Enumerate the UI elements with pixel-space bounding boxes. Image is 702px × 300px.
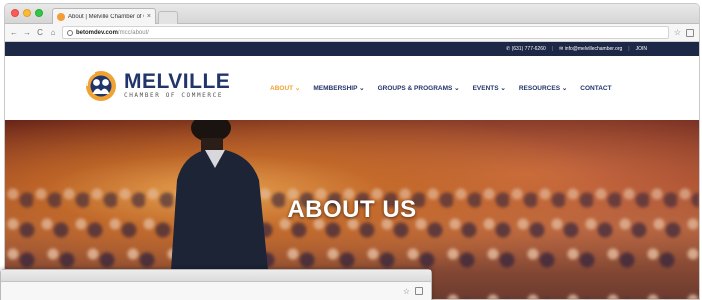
new-tab-button[interactable] <box>158 11 178 24</box>
main-navigation: ABOUT ⌄ MEMBERSHIP ⌄ GROUPS & PROGRAMS ⌄… <box>270 84 612 93</box>
second-window-title-bar <box>1 270 431 282</box>
bookmark-star-icon[interactable]: ☆ <box>403 287 410 296</box>
brand-name: MELVILLE <box>124 70 231 93</box>
hero-title: ABOUT US <box>287 196 417 223</box>
info-icon[interactable] <box>67 29 73 36</box>
address-bar[interactable]: betomdev.com/mcc/about/ <box>62 26 669 39</box>
site-logo[interactable]: MELVILLE CHAMBER OF COMMERCE <box>85 70 230 102</box>
topbar-separator: | <box>551 46 554 52</box>
toolbar-right: ☆ <box>674 28 694 37</box>
bookmark-star-icon[interactable]: ☆ <box>674 28 681 37</box>
logo-icon <box>86 71 116 101</box>
url-host: betomdev.com <box>76 29 118 36</box>
phone-link[interactable]: ✆ (631) 777-6260 <box>506 46 546 52</box>
forward-button[interactable]: → <box>23 28 31 37</box>
email-address: info@melvillechamber.org <box>564 46 623 52</box>
tab-title: About | Melville Chamber of C <box>68 13 144 20</box>
join-link[interactable]: JOIN <box>636 46 647 52</box>
nav-item-groups-programs[interactable]: GROUPS & PROGRAMS ⌄ <box>378 84 460 92</box>
logo-text: MELVILLE CHAMBER OF COMMERCE <box>124 70 231 100</box>
tab-close-icon[interactable]: × <box>147 13 151 20</box>
reload-button[interactable]: C <box>36 28 44 37</box>
email-link[interactable]: ✉ info@melvillechamber.org <box>559 46 622 52</box>
nav-item-resources[interactable]: RESOURCES ⌄ <box>519 84 567 92</box>
favicon-icon <box>57 12 65 21</box>
browser-toolbar: ← → C ⌂ betomdev.com/mcc/about/ ☆ <box>5 24 699 42</box>
title-bar: About | Melville Chamber of C × <box>5 4 699 24</box>
extension-icon[interactable] <box>415 287 423 295</box>
url-path: /mcc/about/ <box>117 29 149 36</box>
browser-window: About | Melville Chamber of C × ← → C ⌂ … <box>4 3 700 300</box>
nav-item-contact[interactable]: CONTACT <box>580 85 611 92</box>
brand-subtitle: CHAMBER OF COMMERCE <box>124 92 224 99</box>
nav-item-membership[interactable]: MEMBERSHIP ⌄ <box>313 84 364 92</box>
window-controls <box>11 9 43 17</box>
site-top-bar: ✆ (631) 777-6260 | ✉ info@melvillechambe… <box>5 42 699 56</box>
topbar-separator: | <box>628 46 630 52</box>
nav-item-about[interactable]: ABOUT ⌄ <box>270 84 300 92</box>
nav-item-events[interactable]: EVENTS ⌄ <box>473 84 506 92</box>
phone-number: (631) 777-6260 <box>511 46 546 52</box>
browser-tab[interactable]: About | Melville Chamber of C × <box>52 8 156 24</box>
close-window-button[interactable] <box>11 9 19 17</box>
home-button[interactable]: ⌂ <box>49 28 57 37</box>
back-button[interactable]: ← <box>10 28 18 37</box>
second-window-toolbar: ☆ <box>1 282 431 300</box>
maximize-window-button[interactable] <box>35 9 43 17</box>
second-browser-window: ☆ <box>0 269 432 300</box>
site-header: MELVILLE CHAMBER OF COMMERCE ABOUT ⌄ MEM… <box>5 56 699 120</box>
minimize-window-button[interactable] <box>23 9 31 17</box>
url-text: betomdev.com/mcc/about/ <box>76 30 149 36</box>
extension-icon[interactable] <box>686 28 694 37</box>
